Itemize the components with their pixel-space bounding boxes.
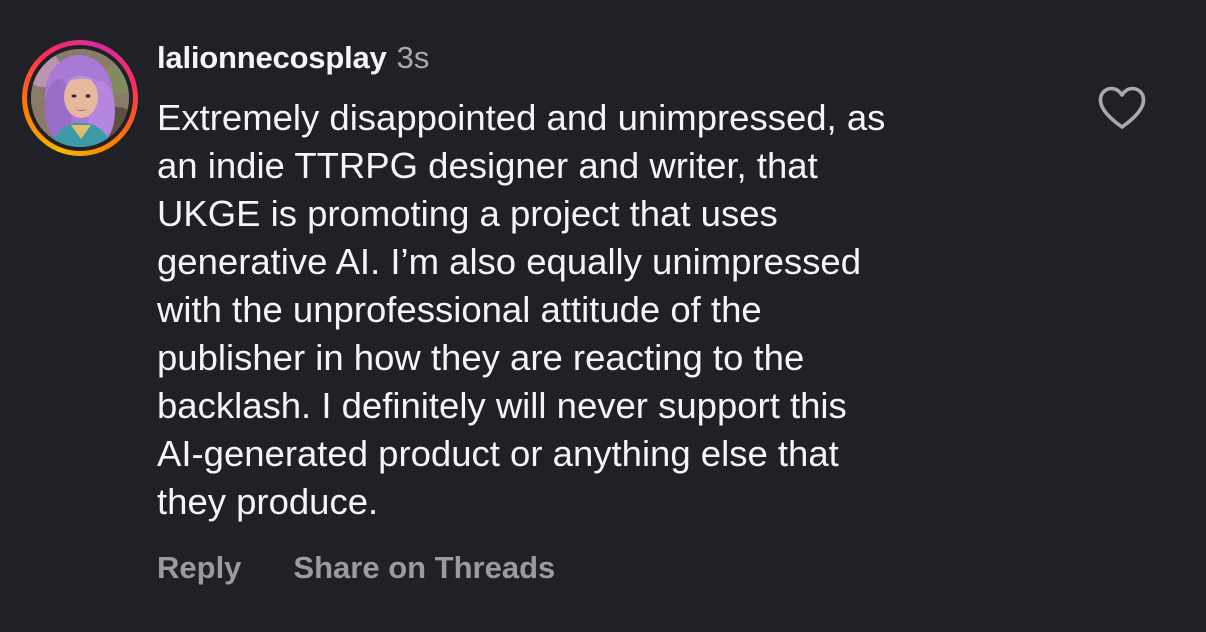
share-on-threads-button[interactable]: Share on Threads (293, 550, 555, 586)
comment-text-line: publisher in how they are reacting to th… (157, 337, 805, 378)
comment-text-line: with the unprofessional attitude of the (157, 289, 762, 330)
comment-text-line: generative AI. I’m also equally unimpres… (157, 241, 862, 282)
comment-text-line: UKGE is promoting a project that uses (157, 193, 778, 234)
comment: lalionnecosplay 3s Extremely disappointe… (0, 0, 1206, 632)
comment-text-line: Extremely disappointed and unimpressed, … (157, 97, 886, 138)
comment-actions: Reply Share on Threads (157, 550, 555, 586)
avatar-photo (31, 49, 129, 147)
heart-outline-icon (1098, 86, 1146, 129)
comment-header: lalionnecosplay 3s (157, 40, 429, 80)
comment-text-line: backlash. I definitely will never suppor… (157, 385, 847, 426)
like-button[interactable] (1096, 84, 1148, 132)
comment-text-line: an indie TTRPG designer and writer, that (157, 145, 818, 186)
comment-text: Extremely disappointed and unimpressed, … (157, 94, 1037, 526)
timestamp: 3s (396, 40, 430, 75)
username[interactable]: lalionnecosplay (157, 40, 387, 76)
comment-text-line: they produce. (157, 481, 379, 522)
avatar[interactable] (31, 49, 129, 147)
comment-text-line: AI-generated product or anything else th… (157, 433, 839, 474)
reply-button[interactable]: Reply (157, 550, 241, 586)
avatar-story-ring[interactable] (22, 40, 138, 156)
